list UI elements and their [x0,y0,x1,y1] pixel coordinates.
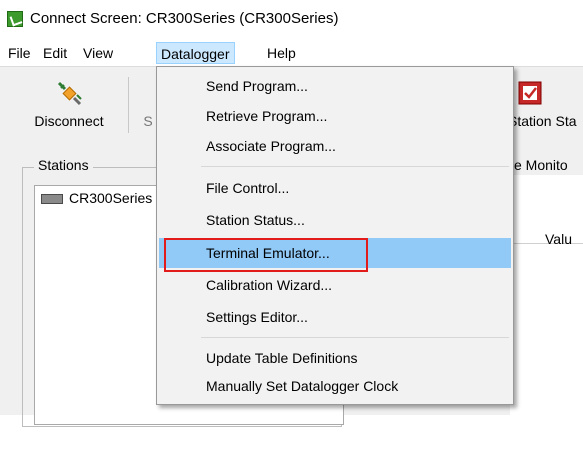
menu-item-label: Retrieve Program... [206,108,328,124]
toolbar-partial-button[interactable]: S [140,67,156,143]
menu-file[interactable]: File [4,42,35,64]
menu-item-label: Terminal Emulator... [206,245,330,261]
datalogger-menu: Send Program... Retrieve Program... Asso… [156,66,514,405]
menu-item-label: Settings Editor... [206,309,308,325]
menu-help[interactable]: Help [263,42,300,64]
station-status-label: Station Sta [508,113,577,129]
menu-view[interactable]: View [79,42,117,64]
value-column-header[interactable]: Valu [545,231,572,247]
menu-item-label: Manually Set Datalogger Clock [206,378,399,394]
stations-caption: Stations [34,157,93,173]
disconnect-button[interactable]: Disconnect [14,67,124,143]
menu-item-terminal-emulator[interactable]: Terminal Emulator... [159,238,511,272]
menu-item-station-status[interactable]: Station Status... [159,205,511,235]
menu-item-send-program[interactable]: Send Program... [159,71,511,101]
menu-bar: File Edit View Datalogger Help [0,38,583,66]
station-list-item[interactable]: CR300Series [37,188,156,208]
menu-datalogger[interactable]: Datalogger [156,42,235,64]
station-name: CR300Series [69,190,153,206]
disconnect-label: Disconnect [34,113,104,129]
menu-item-label: Associate Program... [206,138,336,154]
menu-item-retrieve-program[interactable]: Retrieve Program... [159,101,511,131]
toolbar-partial-label: S [143,113,153,129]
menu-item-associate-program[interactable]: Associate Program... [159,131,511,161]
menu-item-label: Calibration Wizard... [206,277,333,293]
menu-separator [201,166,509,167]
menu-item-settings-editor[interactable]: Settings Editor... [159,302,511,332]
menu-item-label: Station Status... [206,212,305,228]
menu-item-update-table-definitions[interactable]: Update Table Definitions [159,343,511,373]
menu-item-file-control[interactable]: File Control... [159,173,511,203]
menu-item-label: File Control... [206,180,290,196]
app-icon [7,11,23,27]
menu-item-label: Send Program... [206,78,308,94]
station-status-button[interactable]: Station Sta [508,67,583,143]
menu-separator [201,337,509,338]
toolbar-separator [128,77,129,133]
menu-item-label: Update Table Definitions [206,350,358,366]
datalogger-icon [41,194,63,204]
disconnect-plug-icon [57,81,82,106]
menu-item-set-datalogger-clock[interactable]: Manually Set Datalogger Clock [159,371,511,401]
monitor-tab[interactable]: e Monito [514,157,568,173]
station-status-icon [518,81,542,105]
menu-item-calibration-wizard[interactable]: Calibration Wizard... [159,270,511,300]
window-title: Connect Screen: CR300Series (CR300Series… [30,10,339,27]
menu-edit[interactable]: Edit [39,42,71,64]
title-bar: Connect Screen: CR300Series (CR300Series… [0,0,583,38]
